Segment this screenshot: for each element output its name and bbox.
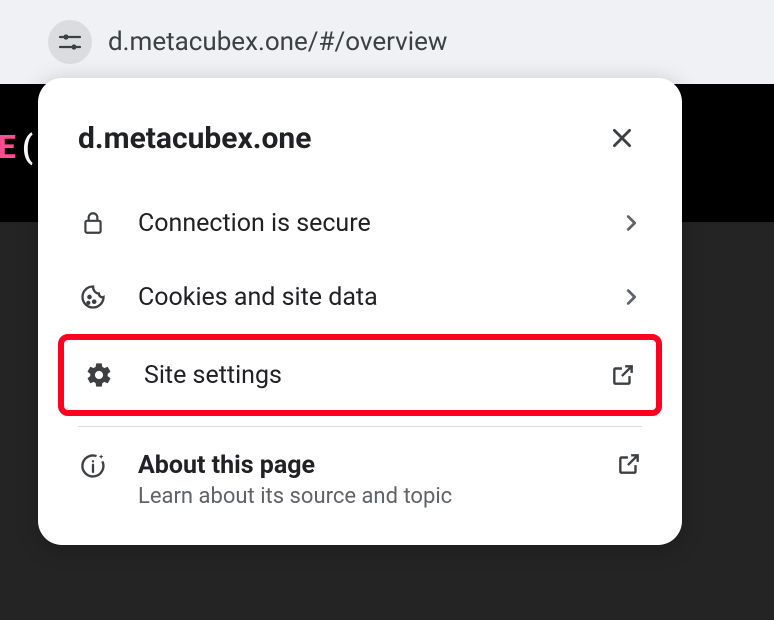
site-tune-icon[interactable]	[48, 20, 92, 64]
close-button[interactable]	[602, 118, 642, 158]
gear-icon	[84, 360, 114, 390]
about-title: About this page	[138, 451, 586, 480]
about-subtitle: Learn about its source and topic	[138, 484, 586, 509]
highlight-annotation: Site settings	[58, 334, 662, 416]
address-url[interactable]: d.metacubex.one/#/overview	[108, 27, 447, 57]
external-link-icon	[616, 451, 642, 477]
chevron-right-icon	[620, 212, 642, 234]
connection-secure-item[interactable]: Connection is secure	[38, 186, 682, 260]
lock-icon	[78, 208, 108, 238]
popup-domain-title: d.metacubex.one	[78, 121, 311, 156]
close-icon	[609, 125, 635, 151]
site-settings-label: Site settings	[144, 361, 580, 390]
cookie-icon	[78, 282, 108, 312]
page-title-fragment: E(	[0, 128, 33, 166]
chevron-right-icon	[620, 286, 642, 308]
cookies-item[interactable]: Cookies and site data	[38, 260, 682, 334]
site-info-popup: d.metacubex.one Connection is secure	[38, 78, 682, 545]
cookies-label: Cookies and site data	[138, 283, 590, 312]
divider	[78, 426, 642, 427]
site-settings-item[interactable]: Site settings	[64, 340, 656, 410]
info-sparkle-icon	[78, 451, 108, 481]
connection-label: Connection is secure	[138, 209, 590, 238]
external-link-icon	[610, 362, 636, 388]
about-page-item[interactable]: About this page Learn about its source a…	[38, 433, 682, 509]
address-bar[interactable]: d.metacubex.one/#/overview	[0, 0, 774, 84]
